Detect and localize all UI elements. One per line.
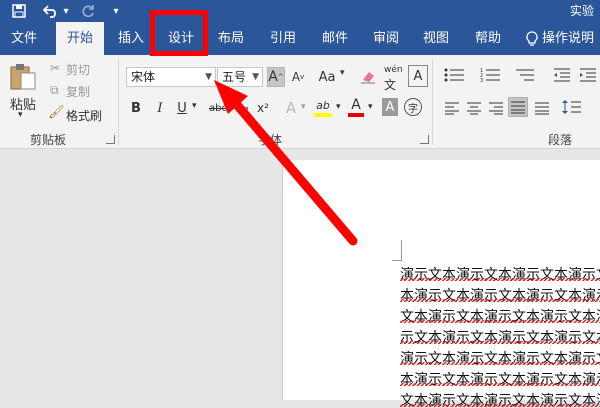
red-arrow-annotation xyxy=(214,80,358,246)
